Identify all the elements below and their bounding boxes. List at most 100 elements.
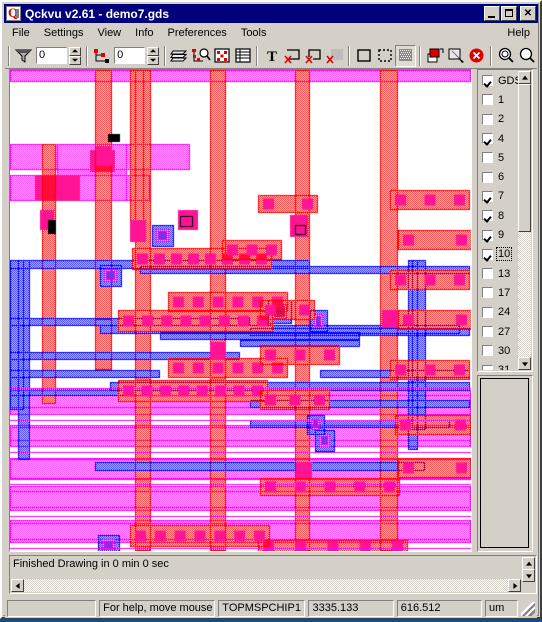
depth-spinner[interactable] <box>147 46 160 65</box>
layer-visibility-checkbox[interactable] <box>482 133 493 145</box>
message-text: Finished Drawing in 0 min 0 sec <box>13 558 169 570</box>
stop-icon[interactable] <box>466 44 488 67</box>
layout-canvas-frame[interactable] <box>9 69 472 552</box>
edit-layer-icon[interactable] <box>445 44 467 67</box>
window-title: Qckvu v2.61 - demo7.gds <box>25 6 170 21</box>
layer-row[interactable]: 24 <box>479 303 520 322</box>
message-hscrollbar[interactable] <box>11 579 521 592</box>
layer-scroll-track[interactable] <box>518 84 531 357</box>
menu-settings[interactable]: Settings <box>37 26 91 40</box>
hierarchy-depth-icon[interactable] <box>91 44 113 67</box>
status-x-coord: 3335.133 <box>308 600 394 617</box>
layer-row[interactable]: 9 <box>479 225 520 244</box>
filter-input[interactable]: 0 <box>35 47 68 64</box>
layer-visibility-checkbox[interactable] <box>482 113 493 125</box>
close-button[interactable]: ✕ <box>520 6 536 21</box>
message-scroll-down-icon[interactable] <box>522 569 535 582</box>
filter-spin-down[interactable] <box>69 55 82 65</box>
table-view-icon[interactable] <box>232 44 254 67</box>
layer-visibility-checkbox[interactable] <box>482 94 493 106</box>
client-area: GDS1245678910131724273031 <box>5 69 537 552</box>
layer-visibility-checkbox[interactable] <box>482 326 493 337</box>
menu-view[interactable]: View <box>90 26 128 40</box>
layer-row[interactable]: 30 <box>479 341 520 360</box>
app-logo-bar <box>16 9 19 18</box>
depth-spin-down[interactable] <box>147 55 160 65</box>
layer-row[interactable]: 8 <box>479 206 520 225</box>
depth-spin-up[interactable] <box>147 46 160 56</box>
message-pane[interactable]: Finished Drawing in 0 min 0 sec <box>9 555 537 594</box>
app-logo-icon: Q <box>6 6 21 21</box>
layer-visibility-checkbox[interactable] <box>482 152 493 164</box>
dotted-fill-icon[interactable] <box>374 44 395 67</box>
menu-file[interactable]: File <box>5 26 37 40</box>
array-view-icon[interactable] <box>211 44 233 67</box>
maximize-button[interactable] <box>501 6 517 21</box>
layer-visibility-checkbox[interactable] <box>482 364 493 370</box>
depth-input[interactable]: 0 <box>114 47 146 64</box>
layer-label: 1 <box>498 93 505 106</box>
menu-preferences[interactable]: Preferences <box>161 26 234 40</box>
layer-row[interactable]: 27 <box>479 322 520 341</box>
layer-row[interactable]: 13 <box>479 264 520 283</box>
scroll-down-icon[interactable] <box>518 357 531 370</box>
text-tool-icon[interactable]: T <box>261 44 283 67</box>
toolbar-separator-5 <box>348 45 351 66</box>
filter-funnel-icon[interactable] <box>13 44 34 67</box>
properties-panel <box>477 375 533 552</box>
menu-info[interactable]: Info <box>128 26 160 40</box>
layer-label: 7 <box>498 190 505 203</box>
filter-spin-up[interactable] <box>69 46 82 56</box>
layer-row[interactable]: GDS <box>479 71 520 90</box>
delete-polygon-icon[interactable] <box>303 44 325 67</box>
layer-row[interactable]: 7 <box>479 187 520 206</box>
layer-row[interactable]: 17 <box>479 283 520 302</box>
status-help-hint: For help, move mouse to <box>99 600 216 617</box>
layer-list[interactable]: GDS1245678910131724273031 <box>479 71 520 370</box>
layer-row[interactable]: 5 <box>479 148 520 167</box>
layer-row[interactable]: 2 <box>479 110 520 129</box>
layer-visibility-checkbox[interactable] <box>482 190 493 202</box>
scroll-up-icon[interactable] <box>518 71 531 84</box>
layer-visibility-checkbox[interactable] <box>482 171 493 183</box>
solid-fill-icon[interactable] <box>395 44 417 67</box>
message-scroll-left-icon[interactable] <box>11 579 24 592</box>
color-layer-icon[interactable] <box>424 44 446 67</box>
zoom-out-icon[interactable] <box>516 44 537 67</box>
layer-visibility-checkbox[interactable] <box>482 345 493 357</box>
layer-row[interactable]: 4 <box>479 129 520 148</box>
application-window: Q Qckvu v2.61 - demo7.gds ✕ File Setting… <box>0 0 542 619</box>
outline-fill-icon[interactable] <box>353 44 375 67</box>
layer-row[interactable]: 10 <box>479 245 520 264</box>
layer-scrollbar[interactable] <box>518 71 531 370</box>
filter-spinner[interactable] <box>69 46 82 65</box>
menu-help[interactable]: Help <box>500 26 537 40</box>
minimize-button[interactable] <box>484 6 500 21</box>
toolbar-separator-4 <box>256 45 259 66</box>
maximize-icon <box>505 9 513 17</box>
layer-label: 31 <box>498 364 510 370</box>
message-vscrollbar[interactable] <box>522 557 535 582</box>
layer-visibility-checkbox[interactable] <box>482 248 493 260</box>
gds-layout-canvas[interactable] <box>10 70 471 551</box>
layer-row[interactable]: 1 <box>479 90 520 109</box>
layer-label: 24 <box>498 306 511 319</box>
message-scroll-right-icon[interactable] <box>508 579 521 592</box>
layer-visibility-checkbox[interactable] <box>482 287 493 299</box>
layer-row[interactable]: 31 <box>479 360 520 370</box>
layer-visibility-checkbox[interactable] <box>482 229 493 241</box>
layer-visibility-checkbox[interactable] <box>482 306 493 318</box>
layer-row[interactable]: 6 <box>479 167 520 186</box>
layer-visibility-checkbox[interactable] <box>482 75 493 87</box>
delete-fill-icon[interactable] <box>324 44 346 67</box>
resize-grip[interactable] <box>521 601 535 616</box>
delete-box-icon[interactable] <box>282 44 304 67</box>
layer-visibility-checkbox[interactable] <box>482 210 493 222</box>
layer-scroll-thumb[interactable] <box>518 84 531 232</box>
find-cell-icon[interactable] <box>190 44 212 67</box>
zoom-in-icon[interactable] <box>495 44 517 67</box>
layer-label: 9 <box>498 229 505 242</box>
menu-tools[interactable]: Tools <box>234 26 274 40</box>
layers-icon[interactable] <box>169 44 191 67</box>
layer-visibility-checkbox[interactable] <box>482 268 493 280</box>
